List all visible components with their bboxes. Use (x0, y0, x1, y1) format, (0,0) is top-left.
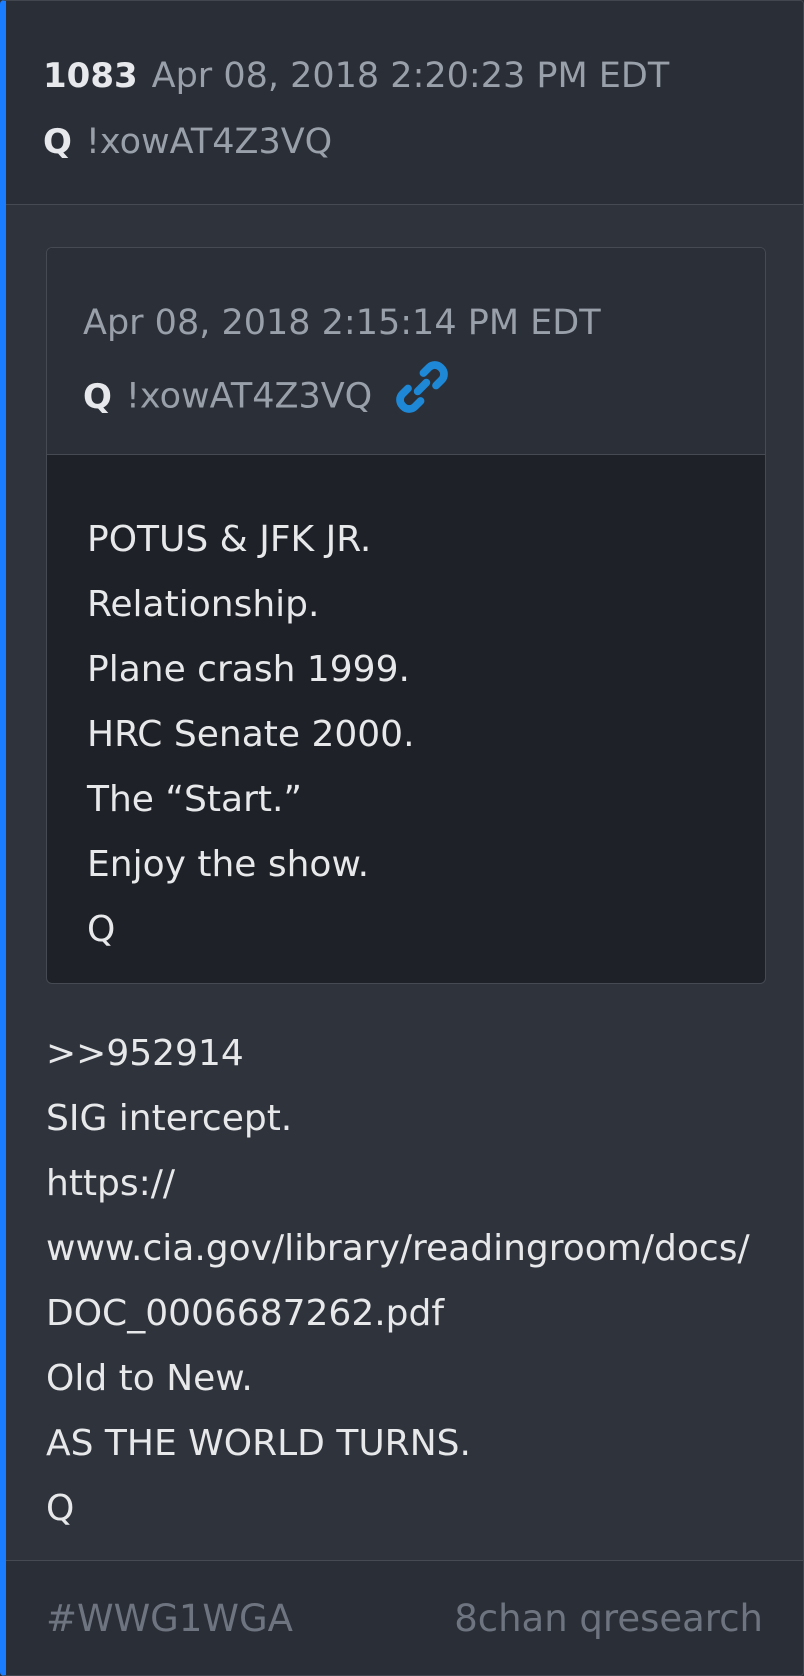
body-line: AS THE WORLD TURNS. (46, 1423, 471, 1464)
body-url-line: www.cia.gov/library/readingroom/docs/ (46, 1228, 750, 1269)
quoted-line: Enjoy the show. (87, 844, 370, 885)
body-url-line: https:// (46, 1163, 176, 1204)
post-header: 1083 Apr 08, 2018 2:20:23 PM EDT Q !xowAT4… (6, 1, 803, 205)
quoted-line: Relationship. (87, 584, 320, 625)
quoted-line: The “Start.” (87, 779, 303, 820)
quoted-post-body: POTUS & JFK JR. Relationship. Plane cras… (47, 455, 765, 962)
quoted-post: Apr 08, 2018 2:15:14 PM EDT Q !xowAT4Z3VQ… (46, 247, 766, 984)
post-number: 1083 (43, 56, 138, 96)
quoted-post-author: Q (83, 376, 112, 417)
quoted-post-tripcode: !xowAT4Z3VQ (125, 376, 373, 417)
body-line: SIG intercept. (46, 1098, 293, 1139)
post-body: >>952914 SIG intercept. https:// www.cia… (46, 1021, 786, 1541)
post-author: Q (43, 122, 72, 162)
quoted-line: Q (87, 909, 116, 950)
quoted-line: POTUS & JFK JR. (87, 519, 372, 560)
post-date: Apr 08, 2018 2:20:23 PM EDT (151, 56, 670, 96)
body-line: Q (46, 1488, 75, 1529)
body-url-line: DOC_0006687262.pdf (46, 1293, 445, 1334)
post-tripcode: !xowAT4Z3VQ (85, 122, 333, 162)
body-line: Old to New. (46, 1358, 253, 1399)
quoted-line: Plane crash 1999. (87, 649, 410, 690)
quoted-post-date: Apr 08, 2018 2:15:14 PM EDT (83, 303, 601, 343)
source-label: 8chan qresearch (454, 1597, 763, 1640)
post-footer: #WWG1WGA 8chan qresearch (6, 1560, 803, 1675)
quoted-line: HRC Senate 2000. (87, 714, 415, 755)
link-icon[interactable] (393, 358, 451, 436)
post-card: 1083 Apr 08, 2018 2:20:23 PM EDT Q !xowAT4… (0, 0, 804, 1676)
quoted-post-header: Apr 08, 2018 2:15:14 PM EDT Q !xowAT4Z3VQ (47, 248, 765, 455)
reply-link[interactable]: >>952914 (46, 1021, 786, 1086)
hashtag: #WWG1WGA (46, 1597, 293, 1640)
